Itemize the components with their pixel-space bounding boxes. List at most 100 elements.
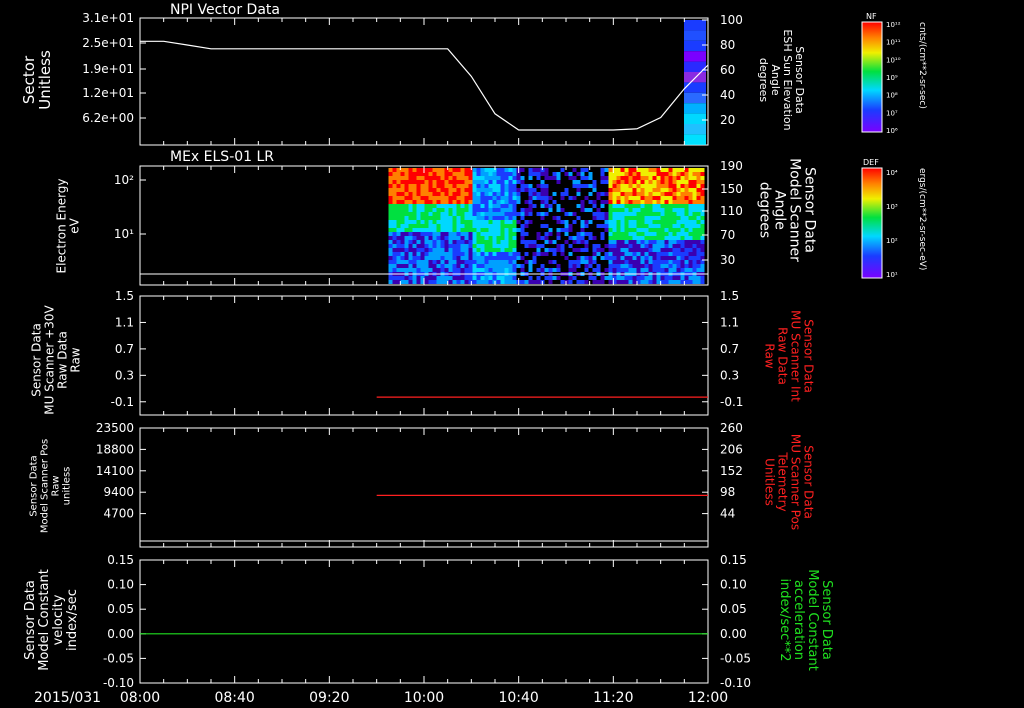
strip-cell xyxy=(684,103,706,114)
spectrogram-cell xyxy=(516,232,521,236)
spectrogram-cell xyxy=(388,172,393,176)
spectrogram-cell xyxy=(616,276,621,280)
spectrogram-cell xyxy=(544,280,549,284)
spectrogram-cell xyxy=(532,248,537,252)
spectrogram-cell xyxy=(508,184,513,188)
spectrogram-cell xyxy=(692,168,697,172)
spectrogram-cell xyxy=(480,232,485,236)
spectrogram-cell xyxy=(532,200,537,204)
spectrogram-cell xyxy=(428,180,433,184)
spectrogram-cell xyxy=(656,212,661,216)
spectrogram-cell xyxy=(496,220,501,224)
spectrogram-cell xyxy=(608,236,613,240)
spectrogram-cell xyxy=(568,240,573,244)
spectrogram-cell xyxy=(644,168,649,172)
spectrogram-cell xyxy=(496,212,501,216)
spectrogram-cell xyxy=(436,212,441,216)
spectrogram-cell xyxy=(480,180,485,184)
spectrogram-cell xyxy=(404,172,409,176)
spectrogram-cell xyxy=(528,188,533,192)
spectrogram-cell xyxy=(636,232,641,236)
p3-left-label: -0.1 xyxy=(111,395,134,409)
spectrogram-cell xyxy=(600,188,605,192)
spectrogram-cell xyxy=(604,204,609,208)
spectrogram-cell xyxy=(420,188,425,192)
spectrogram-cell xyxy=(644,204,649,208)
spectrogram-cell xyxy=(684,232,689,236)
spectrogram-cell xyxy=(448,168,453,172)
p3-right-label: 0.7 xyxy=(720,342,739,356)
spectrogram-cell xyxy=(432,280,437,284)
spectrogram-cell xyxy=(660,172,665,176)
spectrogram-cell xyxy=(564,252,569,256)
spectrogram-cell xyxy=(636,188,641,192)
spectrogram-cell xyxy=(692,248,697,252)
spectrogram-cell xyxy=(684,188,689,192)
spectrogram-cell xyxy=(496,256,501,260)
spectrogram-cell xyxy=(532,240,537,244)
spectrogram-cell xyxy=(572,276,577,280)
p1-ylabel-left: SectorUnitless xyxy=(20,50,54,110)
spectrogram-cell xyxy=(388,208,393,212)
spectrogram-cell xyxy=(448,256,453,260)
spectrogram-cell xyxy=(400,188,405,192)
spectrogram-cell xyxy=(632,244,637,248)
spectrogram-cell xyxy=(640,216,645,220)
spectrogram-cell xyxy=(404,276,409,280)
spectrogram-cell xyxy=(452,212,457,216)
spectrogram-cell xyxy=(676,176,681,180)
spectrogram-cell xyxy=(632,176,637,180)
spectrogram-cell xyxy=(684,252,689,256)
spectrogram-cell xyxy=(556,244,561,248)
spectrogram-cell xyxy=(444,180,449,184)
spectrogram-cell xyxy=(548,184,553,188)
spectrogram-cell xyxy=(620,188,625,192)
spectrogram-cell xyxy=(512,260,517,264)
spectrogram-cell xyxy=(388,232,393,236)
spectrogram-cell xyxy=(488,200,493,204)
spectrogram-cell xyxy=(400,260,405,264)
colorbar-def-tick: 10⁴ xyxy=(886,169,898,177)
spectrogram-cell xyxy=(668,256,673,260)
spectrogram-cell xyxy=(492,216,497,220)
spectrogram-cell xyxy=(540,248,545,252)
spectrogram-cell xyxy=(592,232,597,236)
spectrogram-cell xyxy=(396,216,401,220)
spectrogram-cell xyxy=(496,216,501,220)
spectrogram-cell xyxy=(464,208,469,212)
spectrogram-cell xyxy=(416,224,421,228)
spectrogram-cell xyxy=(568,172,573,176)
spectrogram-cell xyxy=(552,248,557,252)
spectrogram-cell xyxy=(480,184,485,188)
spectrogram-cell xyxy=(520,188,525,192)
spectrogram-cell xyxy=(544,276,549,280)
spectrogram-cell xyxy=(692,268,697,272)
spectrogram-cell xyxy=(396,244,401,248)
strip-cell xyxy=(684,51,706,62)
spectrogram-cell xyxy=(532,232,537,236)
spectrogram-cell xyxy=(688,196,693,200)
spectrogram-cell xyxy=(616,260,621,264)
spectrogram-cell xyxy=(416,244,421,248)
spectrogram-cell xyxy=(612,212,617,216)
spectrogram-cell xyxy=(552,172,557,176)
spectrogram-cell xyxy=(628,168,633,172)
spectrogram-cell xyxy=(624,264,629,268)
spectrogram-cell xyxy=(400,196,405,200)
spectrogram-cell xyxy=(408,264,413,268)
spectrogram-cell xyxy=(532,192,537,196)
spectrogram-cell xyxy=(544,184,549,188)
spectrogram-cell xyxy=(644,228,649,232)
spectrogram-cell xyxy=(392,200,397,204)
spectrogram-cell xyxy=(472,268,477,272)
spectrogram-cell xyxy=(608,172,613,176)
spectrogram-cell xyxy=(520,180,525,184)
spectrogram-cell xyxy=(684,216,689,220)
spectrogram-cell xyxy=(564,240,569,244)
spectrogram-cell xyxy=(452,224,457,228)
spectrogram-cell xyxy=(672,184,677,188)
spectrogram-cell xyxy=(616,196,621,200)
spectrogram-cell xyxy=(576,184,581,188)
spectrogram-cell xyxy=(672,224,677,228)
spectrogram-cell xyxy=(468,248,473,252)
